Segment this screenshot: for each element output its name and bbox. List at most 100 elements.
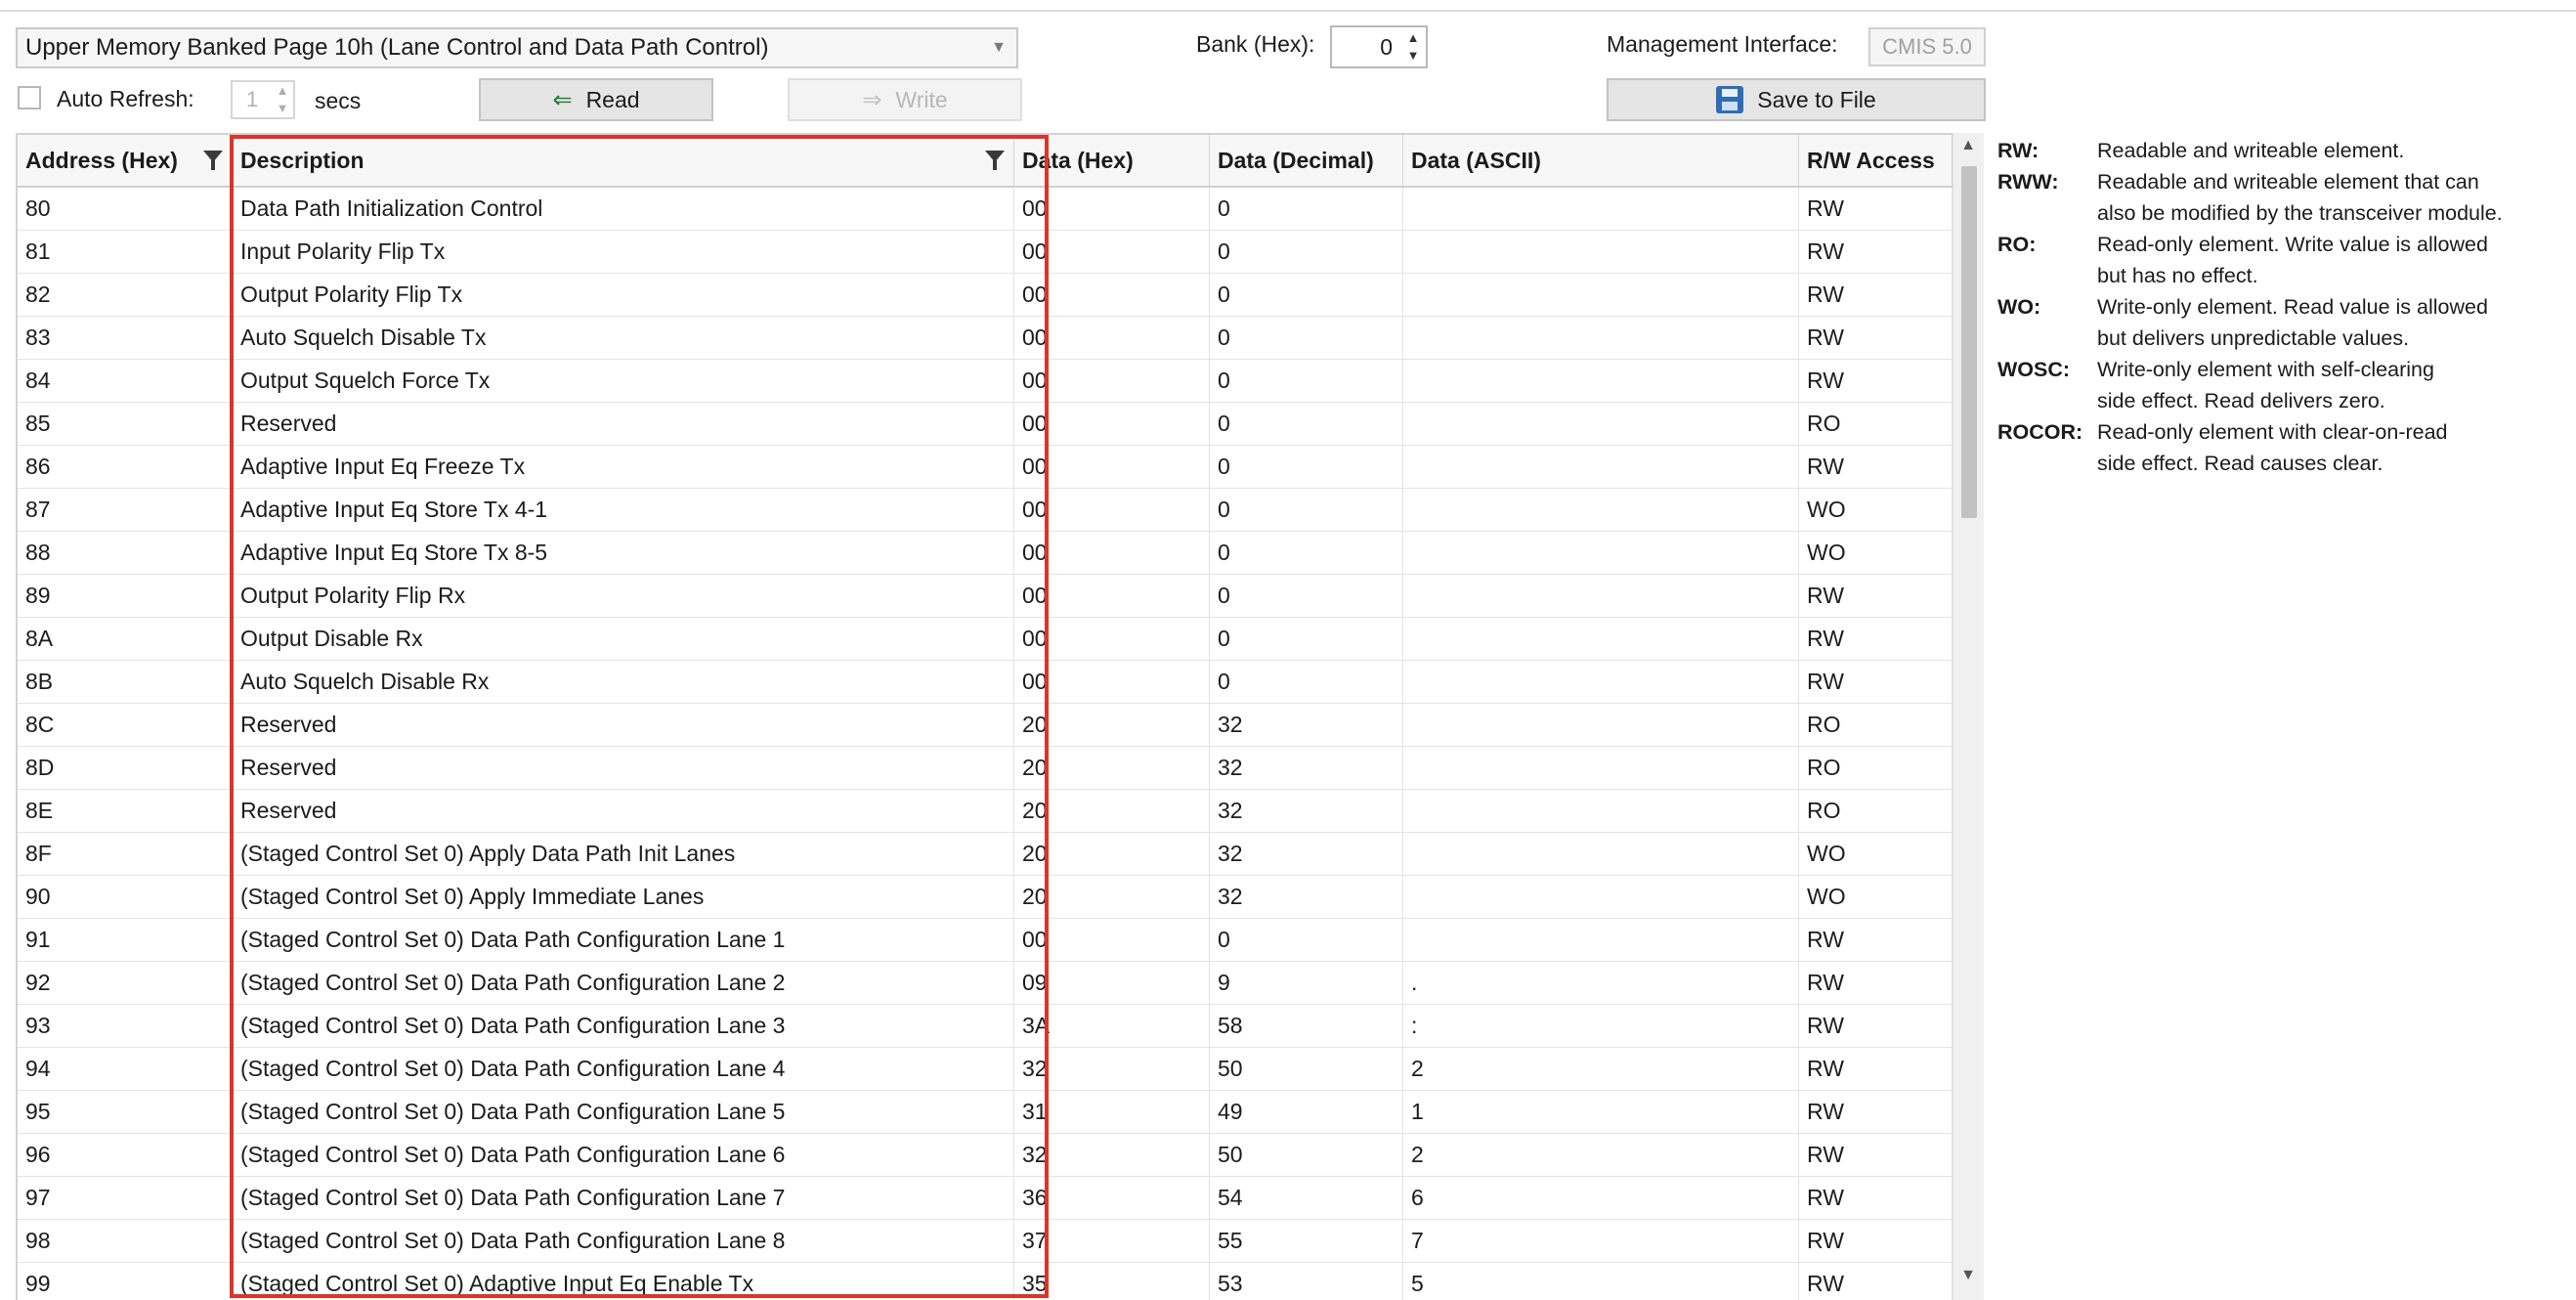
cell-address[interactable]: 85 (18, 403, 233, 445)
cell-data-decimal[interactable]: 0 (1210, 919, 1403, 961)
cell-address[interactable]: 86 (18, 446, 233, 488)
table-row[interactable]: 89 Output Polarity Flip Rx 00 0 RW (18, 575, 1953, 618)
cell-description[interactable]: (Staged Control Set 0) Data Path Configu… (233, 1134, 1014, 1176)
cell-data-decimal[interactable]: 0 (1210, 532, 1403, 574)
table-row[interactable]: 90 (Staged Control Set 0) Apply Immediate… (18, 876, 1953, 919)
cell-description[interactable]: Adaptive Input Eq Freeze Tx (233, 446, 1014, 488)
cell-data-decimal[interactable]: 9 (1210, 962, 1403, 1004)
cell-data-hex[interactable]: 20 (1014, 833, 1210, 875)
cell-data-ascii[interactable] (1403, 231, 1799, 273)
cell-data-decimal[interactable]: 0 (1210, 446, 1403, 488)
cell-rw-access[interactable]: RW (1799, 962, 1953, 1004)
cell-data-ascii[interactable]: 1 (1403, 1091, 1799, 1133)
spin-down-icon[interactable]: ▼ (274, 100, 291, 117)
table-row[interactable]: 80 Data Path Initialization Control 00 0 RW (18, 188, 1953, 231)
cell-data-ascii[interactable] (1403, 747, 1799, 789)
column-header-rw-access[interactable]: R/W Access (1799, 135, 1953, 186)
cell-address[interactable]: 84 (18, 360, 233, 402)
cell-rw-access[interactable]: RO (1799, 747, 1953, 789)
cell-description[interactable]: (Staged Control Set 0) Apply Immediate L… (233, 876, 1014, 918)
cell-data-decimal[interactable]: 0 (1210, 317, 1403, 359)
cell-address[interactable]: 96 (18, 1134, 233, 1176)
cell-data-ascii[interactable]: 7 (1403, 1220, 1799, 1262)
table-row[interactable]: 91 (Staged Control Set 0) Data Path Confi… (18, 919, 1953, 962)
cell-address[interactable]: 8D (18, 747, 233, 789)
table-row[interactable]: 94 (Staged Control Set 0) Data Path Confi… (18, 1048, 1953, 1091)
table-row[interactable]: 86 Adaptive Input Eq Freeze Tx 00 0 RW (18, 446, 1953, 489)
table-row[interactable]: 8C Reserved 20 32 RO (18, 704, 1953, 747)
spin-up-icon[interactable]: ▲ (274, 82, 291, 100)
cell-rw-access[interactable]: RW (1799, 317, 1953, 359)
cell-data-hex[interactable]: 00 (1014, 532, 1210, 574)
table-row[interactable]: 8E Reserved 20 32 RO (18, 790, 1953, 833)
cell-description[interactable]: Data Path Initialization Control (233, 188, 1014, 230)
table-row[interactable]: 87 Adaptive Input Eq Store Tx 4-1 00 0 WO (18, 489, 1953, 532)
cell-address[interactable]: 94 (18, 1048, 233, 1090)
cell-description[interactable]: Reserved (233, 747, 1014, 789)
cell-data-decimal[interactable]: 32 (1210, 704, 1403, 746)
cell-data-hex[interactable]: 32 (1014, 1048, 1210, 1090)
cell-data-hex[interactable]: 3A (1014, 1005, 1210, 1047)
cell-data-hex[interactable]: 35 (1014, 1263, 1210, 1300)
cell-data-hex[interactable]: 37 (1014, 1220, 1210, 1262)
cell-description[interactable]: (Staged Control Set 0) Data Path Configu… (233, 1091, 1014, 1133)
cell-rw-access[interactable]: RW (1799, 1048, 1953, 1090)
cell-address[interactable]: 88 (18, 532, 233, 574)
cell-data-hex[interactable]: 00 (1014, 575, 1210, 617)
cell-rw-access[interactable]: RW (1799, 661, 1953, 703)
table-row[interactable]: 84 Output Squelch Force Tx 00 0 RW (18, 360, 1953, 403)
cell-data-decimal[interactable]: 49 (1210, 1091, 1403, 1133)
cell-rw-access[interactable]: RW (1799, 1134, 1953, 1176)
cell-data-hex[interactable]: 00 (1014, 661, 1210, 703)
cell-address[interactable]: 80 (18, 188, 233, 230)
cell-data-ascii[interactable] (1403, 833, 1799, 875)
read-button[interactable]: ⇐ Read (479, 78, 713, 121)
cell-address[interactable]: 92 (18, 962, 233, 1004)
cell-description[interactable]: Reserved (233, 403, 1014, 445)
cell-description[interactable]: Auto Squelch Disable Rx (233, 661, 1014, 703)
table-row[interactable]: 92 (Staged Control Set 0) Data Path Confi… (18, 962, 1953, 1005)
table-row[interactable]: 97 (Staged Control Set 0) Data Path Confi… (18, 1177, 1953, 1220)
cell-description[interactable]: Output Disable Rx (233, 618, 1014, 660)
cell-description[interactable]: (Staged Control Set 0) Data Path Configu… (233, 919, 1014, 961)
cell-description[interactable]: (Staged Control Set 0) Data Path Configu… (233, 1220, 1014, 1262)
cell-description[interactable]: Adaptive Input Eq Store Tx 4-1 (233, 489, 1014, 531)
cell-rw-access[interactable]: RW (1799, 274, 1953, 316)
cell-data-ascii[interactable] (1403, 704, 1799, 746)
cell-data-ascii[interactable] (1403, 274, 1799, 316)
cell-data-ascii[interactable] (1403, 532, 1799, 574)
cell-address[interactable]: 87 (18, 489, 233, 531)
cell-data-decimal[interactable]: 50 (1210, 1134, 1403, 1176)
cell-data-ascii[interactable] (1403, 188, 1799, 230)
cell-data-ascii[interactable] (1403, 360, 1799, 402)
cell-data-ascii[interactable] (1403, 317, 1799, 359)
write-button[interactable]: ⇒ Write (788, 78, 1022, 121)
scroll-up-arrow-icon[interactable]: ▲ (1953, 137, 1983, 154)
vertical-scrollbar[interactable]: ▲ ▼ (1953, 133, 1984, 1300)
cell-data-decimal[interactable]: 58 (1210, 1005, 1403, 1047)
cell-data-decimal[interactable]: 32 (1210, 790, 1403, 832)
cell-data-ascii[interactable] (1403, 919, 1799, 961)
save-to-file-button[interactable]: Save to File (1607, 78, 1986, 121)
cell-data-hex[interactable]: 00 (1014, 618, 1210, 660)
table-row[interactable]: 98 (Staged Control Set 0) Data Path Confi… (18, 1220, 1953, 1263)
cell-data-decimal[interactable]: 55 (1210, 1220, 1403, 1262)
cell-data-decimal[interactable]: 0 (1210, 360, 1403, 402)
cell-address[interactable]: 8C (18, 704, 233, 746)
cell-data-ascii[interactable] (1403, 618, 1799, 660)
cell-description[interactable]: (Staged Control Set 0) Data Path Configu… (233, 1177, 1014, 1219)
cell-address[interactable]: 89 (18, 575, 233, 617)
cell-data-decimal[interactable]: 53 (1210, 1263, 1403, 1300)
cell-address[interactable]: 8F (18, 833, 233, 875)
cell-rw-access[interactable]: RW (1799, 446, 1953, 488)
cell-data-hex[interactable]: 09 (1014, 962, 1210, 1004)
cell-description[interactable]: Output Polarity Flip Tx (233, 274, 1014, 316)
cell-address[interactable]: 8A (18, 618, 233, 660)
cell-description[interactable]: Reserved (233, 704, 1014, 746)
cell-address[interactable]: 82 (18, 274, 233, 316)
cell-rw-access[interactable]: WO (1799, 532, 1953, 574)
cell-description[interactable]: Reserved (233, 790, 1014, 832)
cell-address[interactable]: 8B (18, 661, 233, 703)
scroll-thumb[interactable] (1961, 166, 1977, 518)
table-row[interactable]: 83 Auto Squelch Disable Tx 00 0 RW (18, 317, 1953, 360)
